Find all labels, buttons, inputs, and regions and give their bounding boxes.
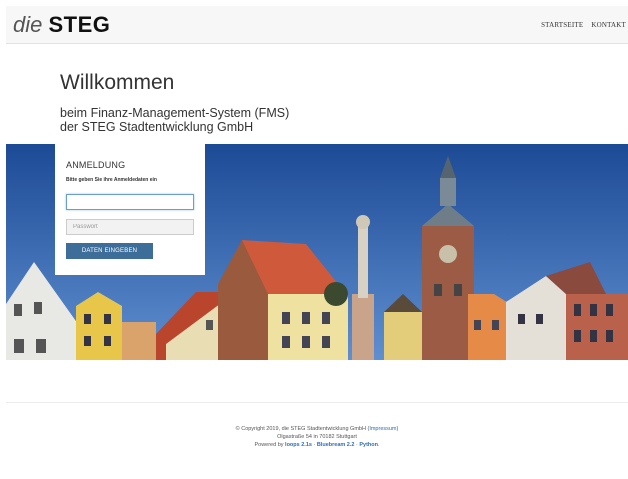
copyright-text: © Copyright 2019, die STEG Stadtentwickl… <box>235 426 370 432</box>
footer-divider <box>6 402 628 403</box>
footer-address: Olgastraße 54 in 70182 Stuttgart <box>277 434 357 440</box>
login-submit-button[interactable]: DATEN EINGEBEN <box>66 243 153 259</box>
top-header: die STEG STARTSEITE KONTAKT <box>6 6 628 44</box>
main-nav: STARTSEITE KONTAKT <box>541 21 626 29</box>
username-input[interactable] <box>66 194 194 210</box>
steg-logo[interactable]: die STEG <box>13 13 110 37</box>
login-hint: Bitte geben Sie ihre Anmeldedaten ein <box>66 177 157 183</box>
footer-end: . <box>377 442 380 448</box>
subtitle-line-2: der STEG Stadtentwicklung GmbH <box>60 120 254 134</box>
password-input[interactable] <box>66 219 194 235</box>
logo-die: die <box>13 12 43 37</box>
bluebream-link[interactable]: Bluebream 2.2 <box>317 442 355 448</box>
footer-copyright: © Copyright 2019, die STEG Stadtentwickl… <box>6 425 628 433</box>
page-subtitle: beim Finanz-Management-System (FMS) der … <box>60 106 289 134</box>
copyright-close: ) <box>396 426 399 432</box>
login-title: ANMELDUNG <box>66 160 126 170</box>
login-panel: ANMELDUNG Bitte geben Sie ihre Anmeldeda… <box>55 144 205 275</box>
page-title: Willkommen <box>60 71 175 94</box>
powered-by-text: Powered by <box>254 442 286 448</box>
python-link[interactable]: Python <box>359 442 378 448</box>
subtitle-line-1: beim Finanz-Management-System (FMS) <box>60 106 290 120</box>
footer-powered-by: Powered by loops 2.1s · Bluebream 2.2 · … <box>6 441 628 449</box>
page-footer: © Copyright 2019, die STEG Stadtentwickl… <box>6 425 628 449</box>
impressum-link[interactable]: Impressum <box>369 426 396 432</box>
logo-steg: STEG <box>48 12 111 37</box>
nav-startseite[interactable]: STARTSEITE <box>541 21 583 29</box>
nav-kontakt[interactable]: KONTAKT <box>591 21 626 29</box>
loops-link[interactable]: loops 2.1s <box>285 442 312 448</box>
